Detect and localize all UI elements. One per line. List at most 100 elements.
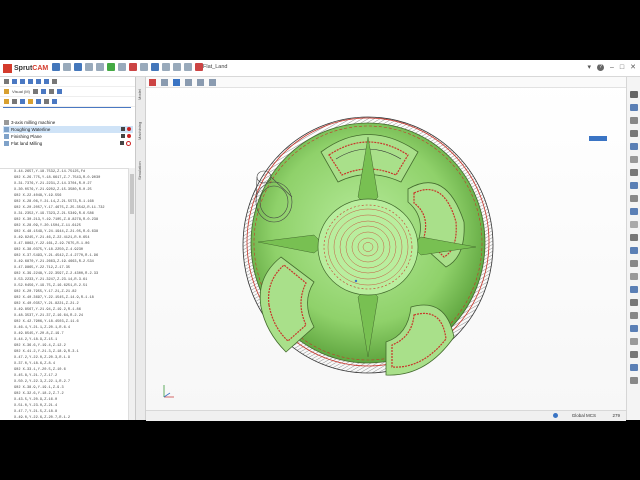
item-flags [121, 127, 131, 131]
wire-icon[interactable] [630, 156, 638, 163]
options-icon[interactable] [52, 99, 57, 104]
machine-select[interactable]: Visual (M) [12, 89, 30, 94]
3d-viewport[interactable] [146, 77, 626, 410]
edges-icon[interactable] [630, 169, 638, 176]
title-bar: SprutCAM Flat_Land ▾ ? – □ ✕ [0, 60, 640, 77]
tree-item-machine[interactable]: 3-axis milling machine [3, 119, 133, 126]
view-cube-icon[interactable] [173, 78, 180, 86]
check-icon[interactable] [121, 127, 125, 131]
table-icon[interactable] [184, 63, 192, 71]
code-scrollbar[interactable] [128, 168, 135, 420]
undo-icon[interactable] [85, 63, 93, 71]
light-icon[interactable] [630, 221, 638, 228]
code-line[interactable]: X-49.0,Y-22.6,Z-20.7,R-1.2 [0, 415, 128, 421]
nc-code-list[interactable]: X-44.2657,Y-18.7532,Z-14.75125,Fd G02 X-2… [0, 168, 128, 421]
stock-icon[interactable] [630, 260, 638, 267]
tools-icon[interactable] [129, 63, 137, 71]
zoom-icon[interactable] [630, 377, 638, 384]
app-window: SprutCAM Flat_Land ▾ ? – □ ✕ Visual (M) … [0, 60, 640, 421]
filter-icon[interactable] [630, 247, 638, 254]
section-icon[interactable] [630, 234, 638, 241]
fit-icon[interactable] [161, 78, 168, 86]
grid-view-icon[interactable] [140, 63, 148, 71]
check-icon[interactable] [121, 134, 125, 138]
minimize-button[interactable]: – [610, 64, 614, 71]
add-op-icon[interactable] [4, 99, 9, 104]
tab-model[interactable]: Model [137, 81, 144, 109]
view-iso-icon[interactable] [630, 117, 638, 124]
select-icon[interactable] [149, 78, 156, 86]
coordinate-system-label[interactable]: Global MCS [572, 413, 596, 418]
ribbon-toggle-icon[interactable]: ▾ [587, 63, 591, 71]
document-title: Flat_Land [203, 64, 228, 70]
tab-simulation[interactable]: Simulation [137, 153, 144, 189]
tree-item-roughing[interactable]: Roughing Waterline [3, 126, 133, 133]
machine-view-icon[interactable] [151, 63, 159, 71]
settings-icon[interactable] [118, 63, 126, 71]
part-icon[interactable] [630, 273, 638, 280]
visible-icon[interactable] [40, 89, 46, 94]
save-icon[interactable] [74, 63, 82, 71]
section-icon[interactable] [197, 78, 204, 86]
dim-icon[interactable] [630, 338, 638, 345]
tree-item-finishing[interactable]: Finishing Plane [3, 133, 133, 140]
last-icon[interactable] [44, 79, 49, 84]
shade-icon[interactable] [630, 143, 638, 150]
path-icon[interactable] [630, 312, 638, 319]
close-button[interactable]: ✕ [630, 63, 636, 71]
measure-icon[interactable] [209, 78, 216, 86]
operation-icon [4, 141, 9, 146]
view-icon[interactable] [32, 89, 38, 94]
axis-icon[interactable] [630, 208, 638, 215]
app-logo: SprutCAM [3, 63, 48, 73]
maximize-button[interactable]: □ [620, 64, 624, 71]
speed-icon[interactable] [52, 79, 57, 84]
render-mode-icon[interactable] [185, 78, 192, 86]
tool-icon[interactable] [630, 286, 638, 293]
stop-icon[interactable] [28, 79, 33, 84]
grid-icon[interactable] [630, 195, 638, 202]
play-icon[interactable] [20, 79, 25, 84]
operations-toolbar-2: Visual (M) [0, 87, 135, 97]
holder-icon[interactable] [630, 299, 638, 306]
pan-icon[interactable] [630, 351, 638, 358]
redo-icon[interactable] [96, 63, 104, 71]
tab-machining[interactable]: Machining [137, 113, 144, 149]
sim-icon[interactable] [56, 89, 62, 94]
item-flags [121, 134, 131, 138]
open-file-icon[interactable] [63, 63, 71, 71]
tree-item-flatland[interactable]: Flat land Milling [3, 140, 133, 147]
check-icon[interactable] [120, 141, 124, 145]
view-right-icon[interactable] [630, 130, 638, 137]
status-dot-icon [126, 141, 131, 146]
delete-op-icon[interactable] [28, 99, 33, 104]
move-op-icon[interactable] [44, 99, 49, 104]
rotate-icon[interactable] [630, 364, 638, 371]
view-front-icon[interactable] [630, 104, 638, 111]
scroll-thumb[interactable] [130, 174, 134, 214]
fixture-icon[interactable] [630, 325, 638, 332]
view-top-icon[interactable] [630, 91, 638, 98]
prev-icon[interactable] [12, 79, 17, 84]
operations-tree: 3-axis milling machine Roughing Waterlin… [3, 119, 133, 147]
group-op-icon[interactable] [36, 99, 41, 104]
tree-item-label: Roughing Waterline [11, 127, 51, 132]
hub [317, 198, 419, 296]
report-icon[interactable] [162, 63, 170, 71]
calculate-icon[interactable] [107, 63, 115, 71]
app-name: SprutCAM [14, 64, 49, 72]
layers-icon[interactable] [48, 89, 54, 94]
layout-button[interactable] [589, 136, 607, 141]
next-icon[interactable] [36, 79, 41, 84]
operation-icon [4, 134, 9, 139]
new-file-icon[interactable] [52, 63, 60, 71]
help-icon[interactable]: ? [596, 63, 604, 71]
postprocess-icon[interactable] [173, 63, 181, 71]
hidden-icon[interactable] [630, 182, 638, 189]
machine-icon[interactable] [4, 89, 9, 94]
first-icon[interactable] [4, 79, 9, 84]
copy-op-icon[interactable] [20, 99, 25, 104]
filter-icon[interactable] [195, 63, 203, 71]
operation-icon [4, 127, 9, 132]
edit-op-icon[interactable] [12, 99, 17, 104]
